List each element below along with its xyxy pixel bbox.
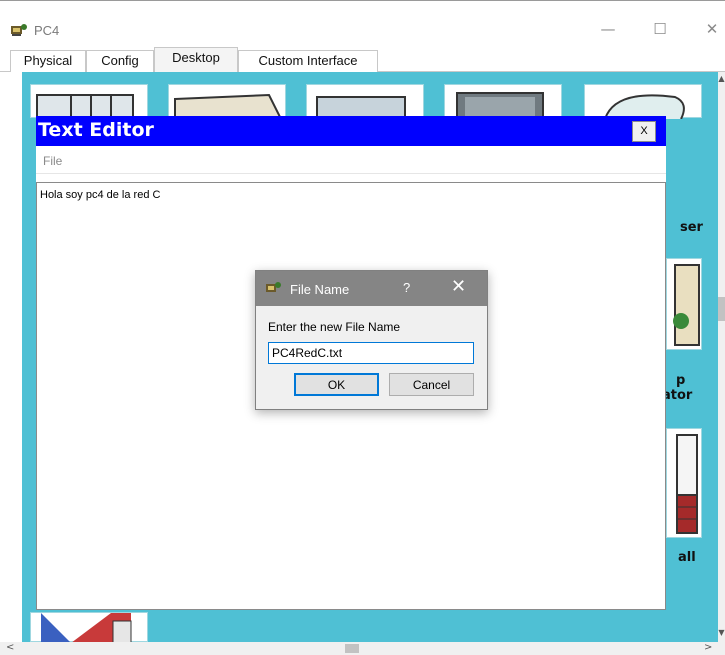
editor-content: Hola soy pc4 de la red C bbox=[40, 189, 161, 201]
modem-icon bbox=[174, 93, 283, 120]
editor-close-button[interactable]: X bbox=[632, 121, 656, 142]
app-tile-terminal[interactable] bbox=[306, 84, 424, 120]
window-titlebar: PC4 — ☐ ✕ bbox=[0, 0, 725, 46]
cancel-button[interactable]: Cancel bbox=[389, 373, 474, 396]
headset-icon bbox=[673, 264, 700, 346]
window-close-button[interactable]: ✕ bbox=[702, 19, 722, 39]
app-tile-ip-config[interactable] bbox=[30, 84, 148, 120]
tab-desktop[interactable]: Desktop bbox=[154, 47, 238, 73]
tab-bar: Physical Config Desktop Custom Interface bbox=[0, 46, 725, 73]
terminal-icon bbox=[36, 94, 134, 120]
tab-config[interactable]: Config bbox=[86, 50, 154, 72]
window-title: PC4 bbox=[34, 23, 60, 38]
maximize-button[interactable]: ☐ bbox=[650, 19, 670, 39]
app-label-traffic-generator: ator bbox=[662, 388, 693, 403]
ok-button[interactable]: OK bbox=[294, 373, 379, 396]
menu-file[interactable]: File bbox=[43, 154, 62, 168]
firewall-icon bbox=[676, 434, 698, 534]
editor-title: Text Editor bbox=[38, 119, 154, 141]
editor-menubar: File bbox=[36, 152, 666, 174]
app-tile-command-prompt[interactable] bbox=[444, 84, 562, 120]
app-tile-pc-wireless[interactable] bbox=[666, 258, 702, 350]
minimize-button[interactable]: — bbox=[598, 19, 618, 39]
vertical-scroll-thumb[interactable] bbox=[718, 297, 725, 321]
horizontal-scroll-thumb[interactable] bbox=[345, 644, 359, 653]
dialog-titlebar: File Name ? ✕ bbox=[256, 271, 487, 306]
tab-custom-interface[interactable]: Custom Interface bbox=[238, 50, 378, 72]
scroll-left-icon[interactable]: < bbox=[6, 642, 14, 653]
dialog-title: File Name bbox=[290, 282, 350, 297]
file-name-dialog: File Name ? ✕ Enter the new File Name OK… bbox=[255, 270, 488, 410]
editor-titlebar: Text Editor X bbox=[36, 116, 666, 146]
tab-physical[interactable]: Physical bbox=[10, 50, 86, 72]
vertical-scrollbar[interactable]: ▲ ▼ bbox=[718, 72, 725, 642]
scroll-up-icon[interactable]: ▲ bbox=[718, 74, 725, 84]
app-tile-firewall[interactable] bbox=[666, 428, 702, 538]
pc-app-icon bbox=[266, 282, 281, 292]
scroll-right-icon[interactable]: > bbox=[704, 642, 712, 653]
screen-icon bbox=[456, 92, 544, 120]
scroll-down-icon[interactable]: ▼ bbox=[718, 628, 725, 638]
app-tile-web-browser[interactable] bbox=[584, 84, 702, 120]
dialog-close-button[interactable]: ✕ bbox=[451, 276, 466, 297]
horizontal-scrollbar[interactable]: < > bbox=[0, 642, 725, 655]
app-tile-bottom[interactable] bbox=[30, 612, 148, 644]
pc-app-icon bbox=[11, 24, 27, 36]
monitor-icon bbox=[316, 96, 406, 120]
app-label-web-browser: ser bbox=[680, 220, 703, 235]
dialog-prompt: Enter the new File Name bbox=[268, 320, 401, 334]
pdf-icon bbox=[41, 613, 132, 644]
file-name-input[interactable] bbox=[268, 342, 474, 364]
app-label-pc-wireless: p bbox=[676, 373, 686, 388]
globe-icon bbox=[604, 94, 685, 120]
dialog-help-button[interactable]: ? bbox=[403, 280, 410, 295]
app-label-firewall: all bbox=[678, 550, 696, 565]
app-tile-dialup[interactable] bbox=[168, 84, 286, 120]
